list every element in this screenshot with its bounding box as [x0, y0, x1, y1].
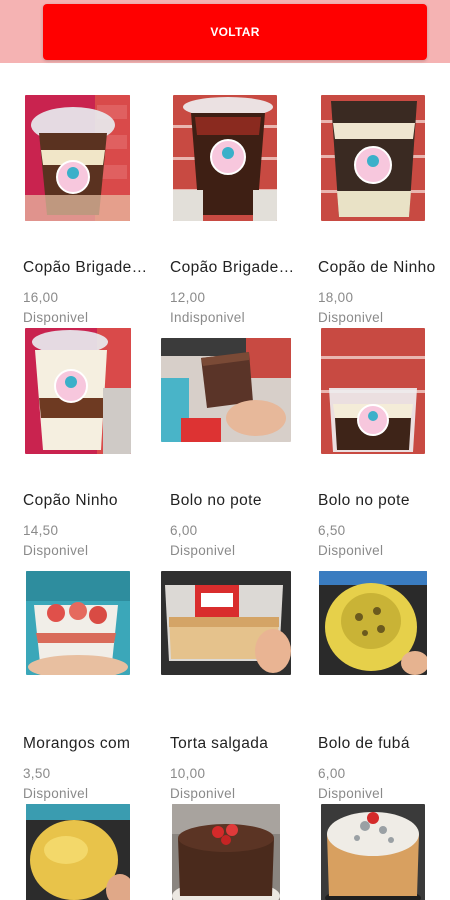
product-price: 6,00	[318, 766, 346, 781]
product-status: Disponivel	[23, 786, 89, 801]
product-image	[25, 95, 130, 221]
product-name: Bolo de fubá	[318, 735, 410, 752]
product-image	[26, 571, 130, 675]
product-image	[321, 95, 425, 221]
product-status: Disponivel	[23, 310, 89, 325]
top-bar: VOLTAR	[0, 0, 450, 63]
product-image	[172, 804, 280, 900]
product-status: Disponivel	[318, 543, 384, 558]
product-status: Disponivel	[170, 786, 236, 801]
product-price: 14,50	[23, 523, 59, 538]
product-price: 6,00	[170, 523, 198, 538]
product-price: 18,00	[318, 290, 354, 305]
product-status: Disponivel	[318, 786, 384, 801]
product-price: 16,00	[23, 290, 59, 305]
back-button[interactable]: VOLTAR	[43, 4, 427, 60]
product-image	[321, 804, 425, 900]
product-name: Bolo no pote	[170, 492, 262, 509]
product-status: Disponivel	[318, 310, 384, 325]
product-name: Morangos com	[23, 735, 131, 752]
product-name: Bolo no pote	[318, 492, 410, 509]
product-price: 10,00	[170, 766, 206, 781]
product-status: Indisponivel	[170, 310, 245, 325]
product-image	[321, 328, 425, 454]
product-image	[25, 328, 131, 454]
product-price: 12,00	[170, 290, 206, 305]
product-name: Copão Brigadeiro	[170, 259, 295, 276]
product-image	[319, 571, 427, 675]
product-image	[173, 95, 277, 221]
product-name: Copão de Ninho	[318, 259, 436, 276]
product-image	[161, 571, 291, 675]
product-name: Copão Brigadeiro	[23, 259, 148, 276]
product-price: 3,50	[23, 766, 51, 781]
product-price: 6,50	[318, 523, 346, 538]
product-status: Disponivel	[170, 543, 236, 558]
product-image	[161, 338, 291, 442]
product-image	[26, 804, 130, 900]
product-name: Torta salgada	[170, 735, 269, 752]
product-name: Copão Ninho	[23, 492, 118, 509]
product-grid: Copão Brigadeiro 16,00 Disponivel Copão …	[0, 63, 450, 900]
product-status: Disponivel	[23, 543, 89, 558]
